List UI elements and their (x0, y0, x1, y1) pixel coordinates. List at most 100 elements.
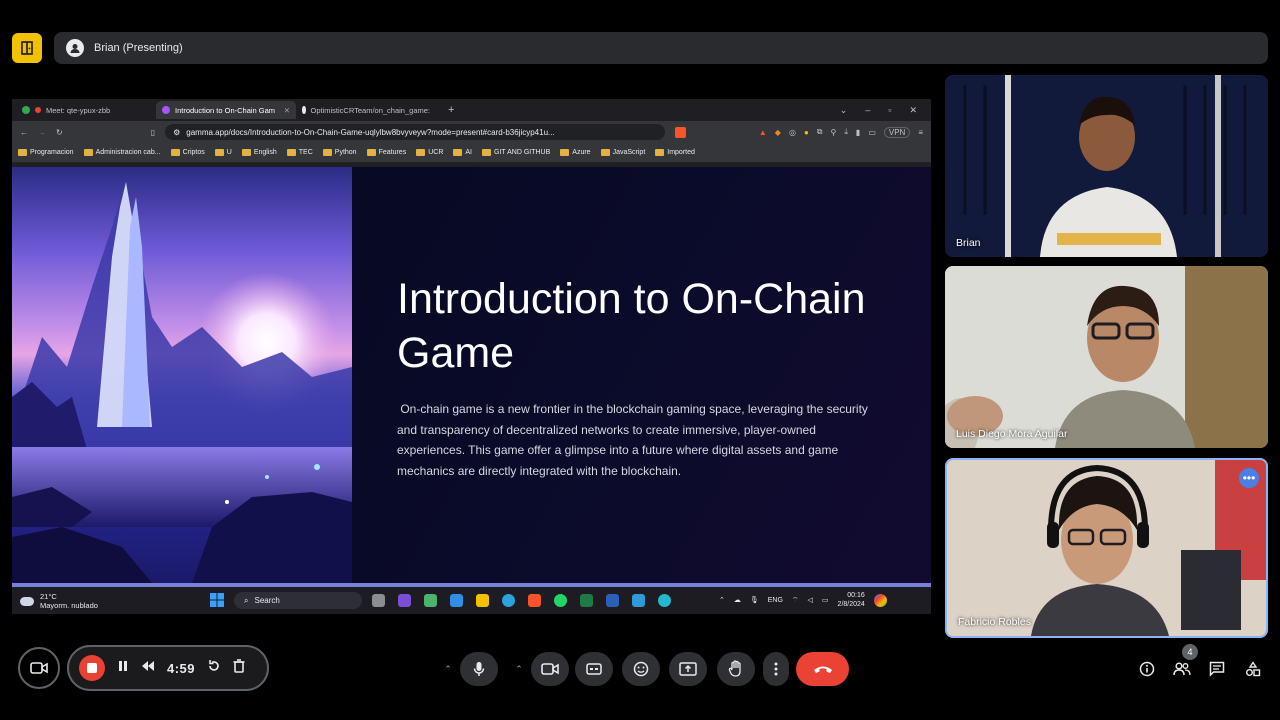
participant-tile-luis[interactable]: Luis Diego Mora Aguilar (945, 266, 1268, 448)
present-screen-button[interactable] (669, 652, 707, 686)
bookmark-folder[interactable]: Features (366, 149, 406, 156)
bookmark-folder[interactable]: Imported (655, 149, 695, 156)
language-indicator[interactable]: ENG (768, 597, 783, 604)
brave-rewards-icon[interactable]: ▲ (759, 128, 767, 137)
download-icon[interactable]: ⤓ (844, 127, 848, 137)
recording-camera-button[interactable] (18, 647, 60, 689)
raise-hand-button[interactable] (717, 652, 755, 686)
folder-icon (170, 149, 180, 156)
more-options-button[interactable] (763, 652, 789, 686)
vpn-button[interactable]: VPN (883, 126, 911, 138)
bookmark-folder[interactable]: Programacion (18, 149, 74, 156)
visual-studio-icon[interactable] (398, 594, 411, 607)
camera-button[interactable] (531, 652, 569, 686)
people-icon[interactable] (1171, 658, 1193, 680)
participant-tile-fabricio[interactable]: ••• Fabricio Robles (945, 458, 1268, 638)
more-options-icon[interactable]: ••• (1239, 468, 1259, 488)
bookmark-folder[interactable]: Python (322, 149, 357, 156)
audio-options-chevron-icon[interactable]: ⌃ (436, 652, 460, 686)
bookmark-folder[interactable]: English (241, 149, 277, 156)
copilot-icon[interactable] (873, 593, 887, 607)
mail-icon[interactable] (632, 594, 645, 607)
menu-icon[interactable]: ≡ (918, 128, 923, 137)
bookmark-folder[interactable]: GIT AND GITHUB (482, 149, 550, 156)
app-icon[interactable] (658, 594, 671, 607)
microphone-tray-icon[interactable]: 🎙 (750, 596, 759, 604)
brave-browser-icon[interactable] (528, 594, 541, 607)
browser-tab-meet[interactable]: Meet: qte-ypux-zbb (16, 101, 156, 119)
windows-start-icon[interactable] (210, 593, 224, 609)
bookmarks-bar: Programacion Administracion cab... Criptos… (12, 143, 931, 163)
new-tab-icon[interactable]: + (448, 104, 454, 116)
bookmark-label: Programacion (30, 149, 74, 156)
wallet-icon[interactable]: ▭ (868, 128, 876, 137)
word-icon[interactable] (606, 594, 619, 607)
task-view-icon[interactable] (372, 594, 385, 607)
browser-tab-gamma[interactable]: Introduction to On-Chain Gam ✕ (156, 101, 296, 119)
whatsapp-icon[interactable] (554, 594, 567, 607)
close-window-icon[interactable]: ✕ (909, 105, 917, 116)
meeting-details-icon[interactable] (1136, 658, 1158, 680)
telegram-icon[interactable] (502, 594, 515, 607)
participant-video (947, 460, 1266, 636)
participant-tile-brian[interactable]: Brian (945, 75, 1268, 257)
reload-icon[interactable]: ↻ (56, 128, 63, 137)
captions-button[interactable] (575, 652, 613, 686)
tray-overflow-icon[interactable]: ⌃ (719, 596, 725, 604)
taskbar-clock[interactable]: 00:16 2/8/2024 (838, 591, 865, 609)
bookmark-folder[interactable]: UCR (416, 149, 443, 156)
excel-icon[interactable] (580, 594, 593, 607)
bookmark-folder[interactable]: AI (453, 149, 472, 156)
reactions-button[interactable] (622, 652, 660, 686)
brave-shield-icon[interactable] (675, 126, 687, 138)
back-icon[interactable]: ← (20, 128, 28, 137)
wifi-icon[interactable]: ⌔ (792, 596, 799, 605)
chat-icon[interactable] (1206, 658, 1228, 680)
extension-icon[interactable]: ◎ (789, 128, 796, 137)
browser-tab-strip: Meet: qte-ypux-zbb Introduction to On-Ch… (12, 99, 931, 121)
pause-recording-button[interactable] (117, 659, 129, 677)
url-field[interactable]: ⚙ gamma.app/docs/Introduction-to-On-Chai… (165, 124, 666, 140)
bookmark-folder[interactable]: Administracion cab... (83, 149, 161, 156)
site-info-icon[interactable]: ⚙ (173, 128, 180, 137)
bookmark-folder[interactable]: U (214, 149, 232, 156)
stop-recording-button[interactable] (79, 655, 105, 681)
volume-icon[interactable]: ◁ (808, 596, 813, 604)
video-options-chevron-icon[interactable]: ⌃ (507, 652, 531, 686)
minimize-icon[interactable]: – (865, 105, 870, 116)
extensions-puzzle-icon[interactable]: ⚲ (831, 128, 837, 137)
sidebar-icon[interactable]: ▮ (856, 128, 860, 137)
restore-icon[interactable]: ▫ (888, 105, 891, 116)
browser-tab-github[interactable]: OptimisticCRTeam/on_chain_game: (296, 101, 436, 119)
tab-search-chevron-icon[interactable]: ⌄ (840, 105, 848, 116)
participant-video (945, 266, 1268, 448)
leave-presentation-icon[interactable] (12, 33, 42, 63)
extension-icon[interactable]: ● (804, 128, 809, 137)
taskbar-apps (372, 594, 671, 607)
bookmark-folder[interactable]: JavaScript (600, 149, 645, 156)
slide-title: Introduction to On-Chain Game (397, 275, 866, 377)
activities-icon[interactable] (1242, 658, 1264, 680)
extension-icon[interactable]: ◆ (775, 128, 781, 137)
meeting-controls-bar: 4:59 ⌃ ⌃ (0, 640, 1280, 698)
bookmark-folder[interactable]: Criptos (170, 149, 205, 156)
bookmark-page-icon[interactable]: ▯ (151, 128, 155, 137)
bookmark-folder[interactable]: TEC (286, 149, 313, 156)
delete-recording-button[interactable] (233, 658, 245, 678)
app-icon[interactable] (424, 594, 437, 607)
fantasy-landscape-image (12, 182, 352, 583)
file-explorer-icon[interactable] (476, 594, 489, 607)
weather-widget[interactable]: 21°C Mayorm. nublado (20, 592, 98, 610)
onedrive-icon[interactable]: ☁ (734, 596, 741, 604)
vscode-icon[interactable] (450, 594, 463, 607)
restart-recording-button[interactable] (207, 659, 221, 678)
microphone-button[interactable] (460, 652, 498, 686)
rewind-recording-button[interactable] (141, 659, 155, 677)
extension-icon[interactable]: ⧉ (817, 127, 823, 137)
bookmark-folder[interactable]: Azure (560, 149, 591, 156)
close-tab-icon[interactable]: ✕ (284, 106, 290, 115)
forward-icon[interactable]: → (38, 128, 46, 137)
leave-call-button[interactable] (796, 652, 849, 686)
taskbar-search-box[interactable]: ⌕ Search (234, 592, 362, 609)
battery-icon[interactable]: ▭ (822, 596, 829, 604)
